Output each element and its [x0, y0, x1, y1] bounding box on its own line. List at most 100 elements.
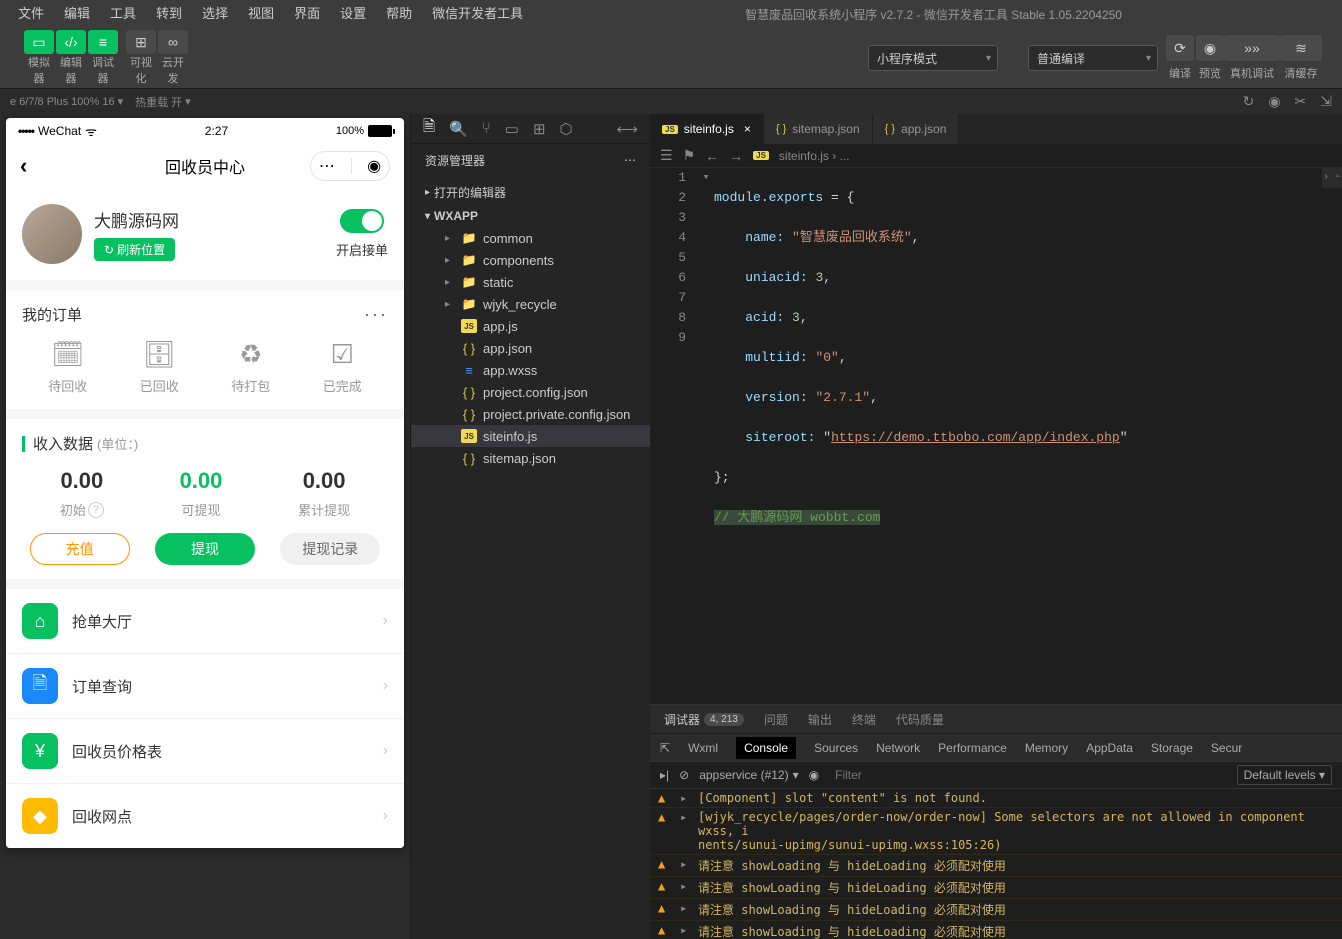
- debug-tab-terminal[interactable]: 终端: [852, 711, 876, 728]
- nav-forward-icon[interactable]: →: [729, 148, 743, 164]
- mode-dropdown[interactable]: 小程序模式: [868, 45, 998, 71]
- accept-order-switch[interactable]: [340, 209, 384, 233]
- bookmark-icon[interactable]: ⚑: [683, 147, 696, 164]
- sync-icon[interactable]: ↻: [1243, 93, 1255, 110]
- debugger-button[interactable]: ≡: [88, 30, 118, 54]
- cloud-button[interactable]: ∞: [158, 30, 188, 54]
- file-appjs[interactable]: JSapp.js: [411, 315, 650, 337]
- files-icon[interactable]: 🗎: [423, 116, 435, 141]
- file-siteinfo[interactable]: JSsiteinfo.js: [411, 425, 650, 447]
- help-icon[interactable]: ?: [88, 502, 104, 518]
- close-tab-icon[interactable]: ×: [744, 122, 751, 136]
- breadcrumb-path[interactable]: siteinfo.js › ...: [779, 149, 850, 163]
- search-icon[interactable]: 🔍: [449, 120, 468, 138]
- log-levels-dropdown[interactable]: Default levels ▾: [1237, 765, 1332, 785]
- preview-button[interactable]: ◉: [1196, 35, 1224, 61]
- devtools-console[interactable]: Console: [736, 737, 796, 759]
- menu-grab-orders[interactable]: ⌂ 抢单大厅 ›: [6, 589, 404, 654]
- menu-price-table[interactable]: ¥ 回收员价格表 ›: [6, 719, 404, 784]
- devtools-wxml[interactable]: Wxml: [688, 741, 718, 755]
- back-button[interactable]: ‹: [20, 153, 27, 179]
- debug-tab-output[interactable]: 输出: [808, 711, 832, 728]
- folder-components[interactable]: ▸📁components: [411, 249, 650, 271]
- console-output[interactable]: ▲▸[Component] slot "content" is not foun…: [650, 789, 1342, 939]
- hotreload-toggle[interactable]: 热重载 开 ▾: [135, 94, 191, 110]
- menu-help[interactable]: 帮助: [376, 0, 422, 28]
- file-appwxss[interactable]: ≡app.wxss: [411, 359, 650, 381]
- menu-tools[interactable]: 工具: [100, 0, 146, 28]
- cut-icon[interactable]: ✂: [1295, 93, 1307, 110]
- capsule-button[interactable]: ⋯ ◉: [310, 151, 390, 181]
- live-expr-icon[interactable]: ◉: [809, 768, 819, 782]
- simulator-button[interactable]: ▭: [24, 30, 54, 54]
- devtools-network[interactable]: Network: [876, 741, 920, 755]
- device-info[interactable]: e 6/7/8 Plus 100% 16 ▾: [10, 95, 123, 108]
- workspace-section[interactable]: ▾ WXAPP: [411, 205, 650, 227]
- list-icon[interactable]: ☰: [660, 147, 673, 164]
- clear-cache-button[interactable]: ≋: [1280, 35, 1322, 61]
- menu-goto[interactable]: 转到: [146, 0, 192, 28]
- file-appjson[interactable]: { }app.json: [411, 337, 650, 359]
- inspect-icon[interactable]: ⇱: [660, 741, 670, 755]
- withdraw-button[interactable]: 提现: [155, 533, 255, 565]
- capsule-menu-icon[interactable]: ⋯: [319, 156, 335, 176]
- devtools-performance[interactable]: Performance: [938, 741, 1007, 755]
- folder-static[interactable]: ▸📁static: [411, 271, 650, 293]
- record-icon[interactable]: ◉: [1268, 93, 1280, 110]
- tab-appjson[interactable]: { } app.json: [873, 114, 960, 144]
- open-editors-section[interactable]: ▸ 打开的编辑器: [411, 180, 650, 205]
- menu-locations[interactable]: ◆ 回收网点 ›: [6, 784, 404, 848]
- folder-icon[interactable]: ▭: [505, 120, 519, 138]
- order-packing[interactable]: ♻ 待打包: [231, 339, 270, 395]
- withdraw-record-button[interactable]: 提现记录: [280, 533, 380, 565]
- visual-button[interactable]: ⊞: [126, 30, 156, 54]
- extension-icon[interactable]: ⊞: [533, 120, 546, 138]
- bug-icon[interactable]: ⬡: [560, 120, 573, 138]
- compile-button[interactable]: ⟳: [1166, 35, 1194, 61]
- nav-back-icon[interactable]: ←: [705, 148, 719, 164]
- context-dropdown[interactable]: appservice (#12) ▾: [699, 768, 798, 782]
- debug-tab-debugger[interactable]: 调试器 4, 213: [664, 711, 744, 728]
- compile-mode-dropdown[interactable]: 普通编译: [1028, 45, 1158, 71]
- menu-interface[interactable]: 界面: [284, 0, 330, 28]
- order-completed[interactable]: ☑ 已完成: [323, 339, 362, 395]
- code-content[interactable]: module.exports = { name: "智慧废品回收系统", uni…: [714, 168, 1342, 704]
- menu-select[interactable]: 选择: [192, 0, 238, 28]
- menu-file[interactable]: 文件: [8, 0, 54, 28]
- devtools-appdata[interactable]: AppData: [1086, 741, 1133, 755]
- devtools-security[interactable]: Secur: [1211, 741, 1242, 755]
- order-pending[interactable]: 🗓 待回收: [48, 339, 87, 395]
- avatar[interactable]: [22, 204, 82, 264]
- file-sitemap[interactable]: { }sitemap.json: [411, 447, 650, 469]
- menu-wechat-devtools[interactable]: 微信开发者工具: [422, 0, 533, 28]
- editor-button[interactable]: ‹/›: [56, 30, 86, 54]
- folder-wjyk[interactable]: ▸📁wjyk_recycle: [411, 293, 650, 315]
- orders-more-button[interactable]: ···: [364, 304, 388, 325]
- devtools-memory[interactable]: Memory: [1025, 741, 1068, 755]
- detach-icon[interactable]: ⇲: [1320, 93, 1332, 110]
- remote-debug-button[interactable]: »»: [1224, 35, 1280, 61]
- clear-console-icon[interactable]: ⊘: [679, 768, 689, 782]
- minimap-toggle[interactable]: › ▫: [1322, 168, 1342, 188]
- git-icon[interactable]: ⑂: [482, 120, 491, 137]
- tab-sitemap[interactable]: { } sitemap.json: [764, 114, 873, 144]
- tab-siteinfo[interactable]: JS siteinfo.js ×: [650, 114, 764, 144]
- folder-common[interactable]: ▸📁common: [411, 227, 650, 249]
- code-editor[interactable]: 123456789 ▾ module.exports = { name: "智慧…: [650, 168, 1342, 704]
- menu-settings[interactable]: 设置: [330, 0, 376, 28]
- console-filter-input[interactable]: [829, 766, 1226, 784]
- file-projectprivate[interactable]: { }project.private.config.json: [411, 403, 650, 425]
- debug-tab-problems[interactable]: 问题: [764, 711, 788, 728]
- menu-view[interactable]: 视图: [238, 0, 284, 28]
- sidebar-toggle-icon[interactable]: ▸|: [660, 768, 669, 782]
- file-projectconfig[interactable]: { }project.config.json: [411, 381, 650, 403]
- more-icon[interactable]: ⟷: [616, 120, 638, 138]
- menu-edit[interactable]: 编辑: [54, 0, 100, 28]
- recharge-button[interactable]: 充值: [30, 533, 130, 565]
- devtools-storage[interactable]: Storage: [1151, 741, 1193, 755]
- capsule-close-icon[interactable]: ◉: [367, 156, 381, 176]
- debug-tab-codequality[interactable]: 代码质量: [896, 711, 944, 728]
- order-collected[interactable]: 🗄 已回收: [140, 339, 179, 395]
- devtools-sources[interactable]: Sources: [814, 741, 858, 755]
- explorer-more-icon[interactable]: ⋯: [624, 153, 636, 167]
